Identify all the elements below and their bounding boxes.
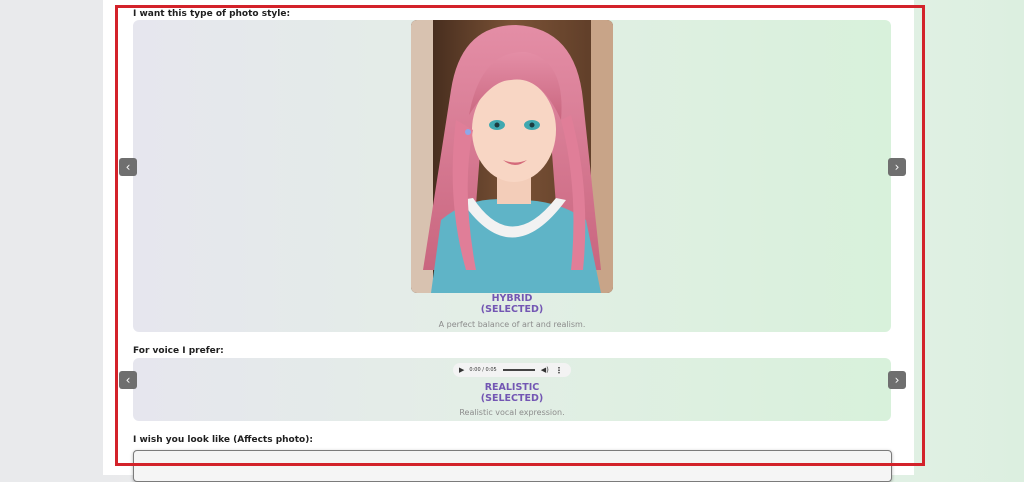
audio-progress-bar[interactable] — [502, 369, 535, 371]
chevron-right-icon: › — [894, 373, 900, 387]
photo-style-carousel[interactable]: HYBRID (SELECTED) A perfect balance of a… — [133, 20, 891, 332]
more-vert-icon[interactable]: ⋮ — [555, 366, 563, 375]
appearance-label: I wish you look like (Affects photo): — [133, 435, 313, 445]
voice-selected-tag: (SELECTED) — [480, 393, 544, 404]
photo-style-name: HYBRID — [491, 293, 533, 304]
photo-prev-button[interactable]: ‹ — [119, 158, 137, 176]
voice-label: For voice I prefer: — [133, 346, 224, 356]
chevron-left-icon: ‹ — [125, 160, 131, 174]
voice-description: Realistic vocal expression. — [459, 408, 565, 417]
audio-time: 0:00 / 0:05 — [469, 367, 497, 373]
play-icon[interactable]: ▶ — [459, 366, 464, 374]
photo-style-label: I want this type of photo style: — [133, 9, 291, 19]
photo-style-selected-tag: (SELECTED) — [480, 304, 544, 315]
appearance-textarea[interactable] — [133, 450, 892, 482]
hybrid-style-photo[interactable] — [411, 20, 613, 293]
voice-name: REALISTIC — [484, 382, 540, 393]
photo-style-title: HYBRID (SELECTED) — [133, 293, 891, 315]
voice-carousel[interactable]: ▶ 0:00 / 0:05 ◀) ⋮ REALISTIC (SELECTED) … — [133, 358, 891, 421]
chevron-left-icon: ‹ — [125, 373, 131, 387]
voice-next-button[interactable]: › — [888, 371, 906, 389]
chevron-right-icon: › — [894, 160, 900, 174]
volume-icon[interactable]: ◀) — [541, 366, 549, 374]
portrait-image — [411, 20, 613, 293]
audio-player[interactable]: ▶ 0:00 / 0:05 ◀) ⋮ — [453, 363, 571, 377]
voice-title: REALISTIC (SELECTED) — [133, 382, 891, 404]
photo-next-button[interactable]: › — [888, 158, 906, 176]
photo-style-description: A perfect balance of art and realism. — [438, 320, 586, 329]
voice-prev-button[interactable]: ‹ — [119, 371, 137, 389]
